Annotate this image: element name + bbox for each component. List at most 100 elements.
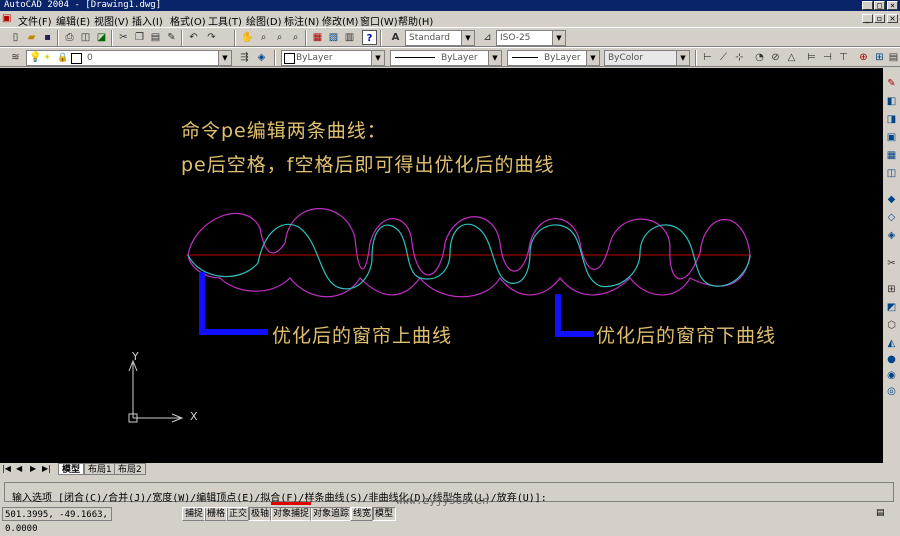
tab-layout1[interactable]: 布局1 <box>84 463 116 475</box>
stretch-icon[interactable]: ◈ <box>884 228 899 243</box>
erase-icon[interactable]: ✎ <box>884 76 899 91</box>
text-style-icon: A <box>391 32 400 43</box>
publish-icon[interactable]: ◪ <box>94 30 109 45</box>
scale-icon[interactable]: ◇ <box>884 210 899 225</box>
quick-dim-icon[interactable]: ⊨ <box>804 50 819 65</box>
help-icon[interactable]: ? <box>362 30 377 45</box>
pan-icon[interactable]: ✋ <box>240 30 255 45</box>
extend-icon[interactable]: ⊞ <box>884 282 899 297</box>
linetype-preview <box>395 57 435 58</box>
doc-minimize-button[interactable]: _ <box>862 14 873 23</box>
torus-icon[interactable]: ◎ <box>884 384 899 399</box>
tray-settings-icon[interactable]: ▤ <box>876 508 885 518</box>
text-style-select[interactable]: Standard ▼ <box>405 30 475 46</box>
close-button[interactable]: × <box>887 1 898 10</box>
copy-object-icon[interactable]: ◧ <box>884 94 899 109</box>
menu-modify[interactable]: 修改(M) <box>322 13 358 28</box>
tolerance-icon[interactable]: ⊕ <box>856 50 871 65</box>
model-toggle[interactable]: 模型 <box>372 507 397 521</box>
zoom-window-icon[interactable]: ⌕ <box>272 30 287 45</box>
menu-draw[interactable]: 绘图(D) <box>246 13 282 28</box>
tab-prev-arrow-icon[interactable]: ◀ <box>16 464 22 473</box>
ortho-toggle[interactable]: 正交 <box>226 507 251 521</box>
linetype-select[interactable]: ByLayer ▼ <box>390 50 502 66</box>
menu-insert[interactable]: 插入(I) <box>132 13 163 28</box>
box-icon[interactable]: ◩ <box>884 300 899 315</box>
layers-toolbar: ≋ 💡 ☀ 🔒 0 ▼ ⇶ ◈ ByLayer ▼ ByLayer ▼ ByLayer… <box>0 47 900 67</box>
otrack-toggle[interactable]: 对象追踪 <box>310 507 353 521</box>
lineweight-toggle[interactable]: 线宽 <box>350 507 375 521</box>
menu-dimension[interactable]: 标注(N) <box>284 13 319 28</box>
ordinate-dim-icon[interactable]: ⊹ <box>732 50 747 65</box>
zoom-previous-icon[interactable]: ⌕ <box>288 30 303 45</box>
aligned-dim-icon[interactable]: ⟋ <box>716 50 731 65</box>
tab-last-arrow-icon[interactable]: ▶| <box>42 464 51 473</box>
offset-icon[interactable]: ▣ <box>884 130 899 145</box>
lineweight-select[interactable]: ByLayer ▼ <box>507 50 600 66</box>
menu-edit[interactable]: 编辑(E) <box>56 13 90 28</box>
menu-window[interactable]: 窗口(W) <box>360 13 398 28</box>
sphere-icon[interactable]: ● <box>884 352 899 367</box>
cylinder-icon[interactable]: ◉ <box>884 368 899 383</box>
properties-icon[interactable]: ▦ <box>310 30 325 45</box>
menu-file[interactable]: 文件(F) <box>18 13 52 28</box>
doc-restore-button[interactable]: ▫ <box>874 14 885 23</box>
move-icon[interactable]: ◫ <box>884 166 899 181</box>
radius-dim-icon[interactable]: ◔ <box>752 50 767 65</box>
dim-edit-icon[interactable]: ▤ <box>886 50 900 65</box>
copy-icon[interactable]: ❐ <box>132 30 147 45</box>
continue-dim-icon[interactable]: ⊤ <box>836 50 851 65</box>
layout-tabs: |◀ ◀ ▶ ▶| 模型 布局1 布局2 <box>0 463 883 475</box>
plotstyle-select[interactable]: ByColor ▼ <box>604 50 690 66</box>
doc-close-button[interactable]: × <box>887 14 898 23</box>
mirror-icon[interactable]: ◨ <box>884 112 899 127</box>
menu-format[interactable]: 格式(O) <box>170 13 206 28</box>
paste-icon[interactable]: ▤ <box>148 30 163 45</box>
layer-previous-icon[interactable]: ◈ <box>254 50 269 65</box>
menu-view[interactable]: 视图(V) <box>94 13 129 28</box>
trim-icon[interactable]: ✂ <box>884 256 899 271</box>
tab-next-arrow-icon[interactable]: ▶ <box>30 464 36 473</box>
undo-icon[interactable]: ↶ <box>186 30 201 45</box>
leader-lower <box>555 294 594 337</box>
polar-toggle[interactable]: 极轴 <box>248 507 273 521</box>
diameter-dim-icon[interactable]: ⊘ <box>768 50 783 65</box>
make-current-layer-icon[interactable]: ⇶ <box>237 50 252 65</box>
open-icon[interactable]: ▰ <box>24 30 39 45</box>
ucs-x-label: X <box>190 410 198 423</box>
color-select[interactable]: ByLayer ▼ <box>281 50 385 66</box>
layer-select[interactable]: 💡 ☀ 🔒 0 ▼ <box>26 50 232 66</box>
tool-palettes-icon[interactable]: ▥ <box>342 30 357 45</box>
redo-icon[interactable]: ↷ <box>204 30 219 45</box>
cone-icon[interactable]: ◭ <box>884 336 899 351</box>
center-mark-icon[interactable]: ⊞ <box>872 50 887 65</box>
print-icon[interactable]: ⎙ <box>62 30 77 45</box>
menu-tools[interactable]: 工具(T) <box>208 13 242 28</box>
linear-dim-icon[interactable]: ⊢ <box>700 50 715 65</box>
wedge-icon[interactable]: ⬡ <box>884 318 899 333</box>
maximize-button[interactable]: □ <box>874 1 885 10</box>
dim-style-select[interactable]: ISO-25 ▼ <box>496 30 566 46</box>
app-menu-icon[interactable]: ▣ <box>2 13 11 24</box>
tab-first-arrow-icon[interactable]: |◀ <box>2 464 11 473</box>
match-properties-icon[interactable]: ✎ <box>164 30 179 45</box>
design-center-icon[interactable]: ▧ <box>326 30 341 45</box>
new-icon[interactable]: ▯ <box>8 30 23 45</box>
osnap-toggle[interactable]: 对象捕捉 <box>270 507 313 521</box>
cut-icon[interactable]: ✂ <box>116 30 131 45</box>
minimize-button[interactable]: _ <box>862 1 873 10</box>
tab-model[interactable]: 模型 <box>58 463 85 475</box>
rotate-icon[interactable]: ◆ <box>884 192 899 207</box>
snap-toggle[interactable]: 捕捉 <box>182 507 207 521</box>
angular-dim-icon[interactable]: △ <box>784 50 799 65</box>
grid-toggle[interactable]: 栅格 <box>204 507 229 521</box>
save-icon[interactable]: ▪ <box>40 30 55 45</box>
preview-icon[interactable]: ◫ <box>78 30 93 45</box>
drawing-canvas[interactable]: 命令pe编辑两条曲线： pe后空格，f空格后即可得出优化后的曲线 优化后的窗帘上… <box>0 68 883 463</box>
baseline-dim-icon[interactable]: ⊣ <box>820 50 835 65</box>
tab-layout2[interactable]: 布局2 <box>114 463 146 475</box>
layer-manager-icon[interactable]: ≋ <box>8 50 23 65</box>
array-icon[interactable]: ▦ <box>884 148 899 163</box>
zoom-realtime-icon[interactable]: ⌕ <box>256 30 271 45</box>
menu-help[interactable]: 帮助(H) <box>398 13 433 28</box>
